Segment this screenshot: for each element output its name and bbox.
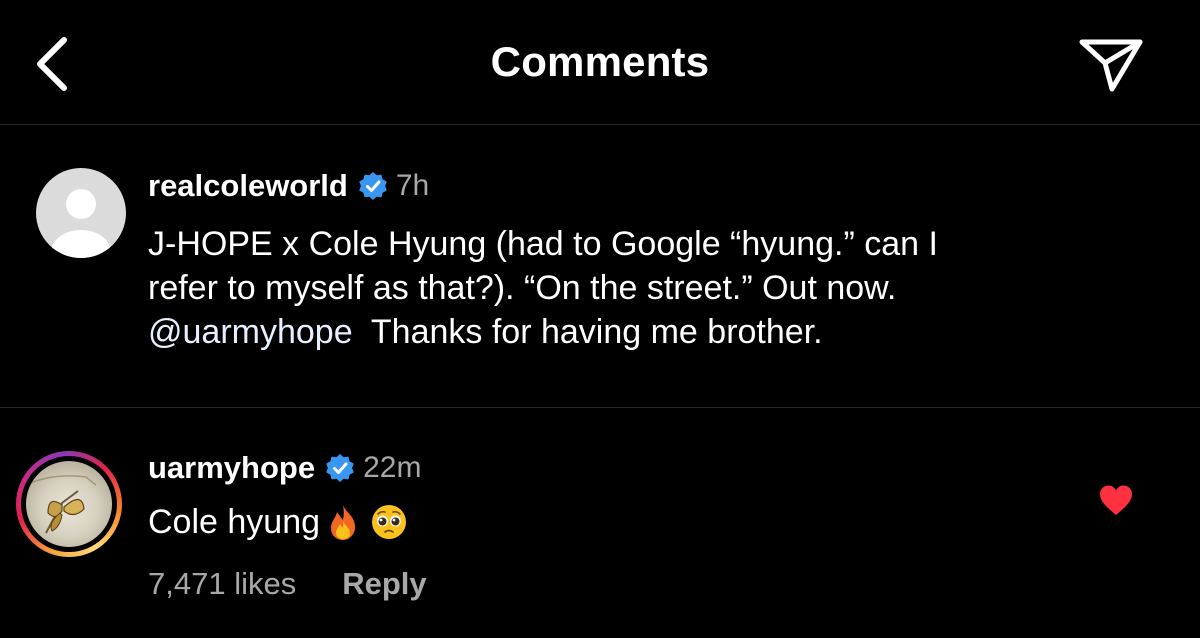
comment-header: uarmyhope 22m bbox=[148, 450, 421, 486]
comment-username[interactable]: uarmyhope bbox=[148, 450, 315, 486]
caption-line: J-HOPE x Cole Hyung (had to Google “hyun… bbox=[148, 225, 938, 263]
caption-line-rest: Thanks for having me brother. bbox=[352, 313, 823, 351]
caption-header: realcoleworld 7h bbox=[148, 168, 429, 204]
comment-meta: 7,471 likes Reply bbox=[148, 566, 427, 602]
fire-emoji-icon bbox=[331, 505, 356, 540]
mention-link[interactable]: @uarmyhope bbox=[148, 313, 353, 351]
caption-text: J-HOPE x Cole Hyung (had to Google “hyun… bbox=[148, 222, 1158, 354]
comment-body: Cole hyung bbox=[148, 500, 408, 544]
comment-time: 22m bbox=[363, 451, 422, 484]
caption-time: 7h bbox=[395, 169, 430, 202]
reply-button[interactable]: Reply bbox=[342, 566, 426, 602]
paper-plane-icon bbox=[1079, 39, 1143, 92]
butterfly-image bbox=[29, 475, 97, 534]
share-button[interactable] bbox=[1076, 36, 1146, 96]
verified-badge-icon bbox=[326, 454, 354, 482]
caption-line: refer to myself as that?). “On the stree… bbox=[148, 269, 897, 307]
avatar[interactable] bbox=[36, 168, 126, 258]
default-avatar-icon bbox=[51, 189, 111, 258]
verified-badge-icon bbox=[359, 172, 387, 200]
top-bar: Comments bbox=[0, 0, 1200, 125]
caption-line: @uarmyhope Thanks for having me brother. bbox=[148, 310, 1158, 354]
avatar bbox=[26, 461, 112, 547]
like-button[interactable] bbox=[1098, 484, 1134, 516]
story-ring-avatar[interactable] bbox=[16, 451, 122, 557]
caption-username[interactable]: realcoleworld bbox=[148, 168, 348, 204]
heart-icon bbox=[1100, 485, 1132, 515]
likes-count[interactable]: 7,471 likes bbox=[148, 566, 296, 602]
comment-text: Cole hyung bbox=[148, 503, 321, 541]
page-title: Comments bbox=[490, 38, 710, 85]
pleading-face-emoji-icon bbox=[372, 505, 407, 539]
